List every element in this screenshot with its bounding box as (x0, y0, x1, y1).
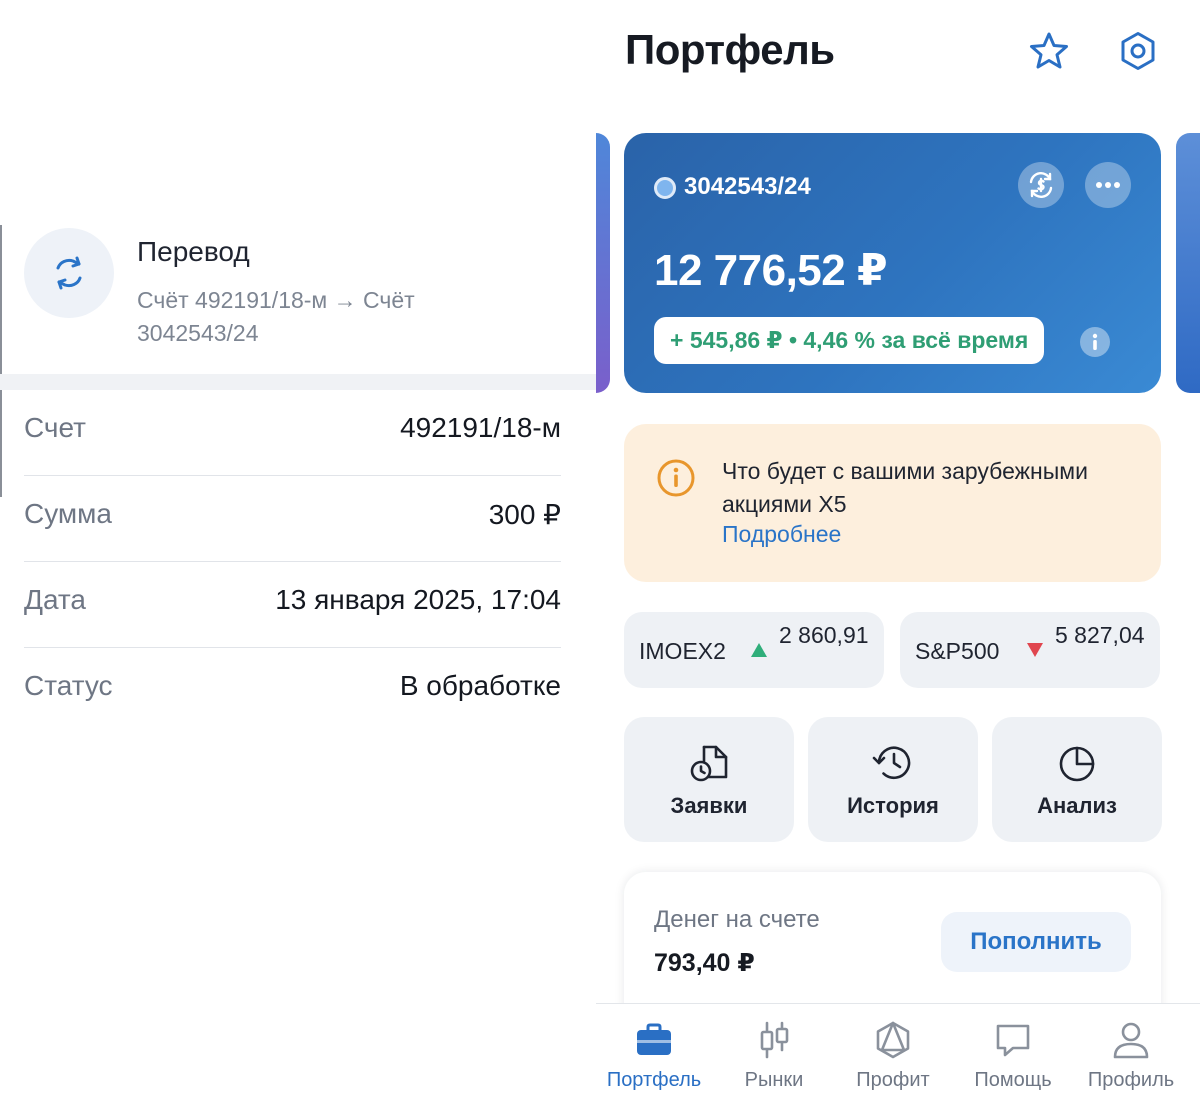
detail-row-account: Счет 492191/18-м (24, 390, 561, 476)
history-tile[interactable]: История (808, 717, 978, 842)
bottom-navigation: Портфель Рынки Профит Помощь Профиль (596, 1003, 1200, 1108)
chat-icon (996, 1024, 1030, 1057)
transfer-icon-badge (24, 228, 114, 318)
page-title: Портфель (625, 26, 835, 73)
info-button[interactable] (1080, 327, 1110, 357)
analysis-tile[interactable]: Анализ (992, 717, 1162, 842)
transfer-details-pane: Перевод Счёт 492191/18-м → Счёт 3042543/… (0, 0, 596, 1108)
nav-label: Портфель (606, 1069, 702, 1091)
currency-exchange-button[interactable] (1018, 162, 1064, 208)
cash-value: 793,40 ₽ (654, 949, 755, 977)
account-card[interactable]: 3042543/24 12 776,52 ₽ + 545,86 ₽ • 4,46… (624, 133, 1161, 393)
orders-tile[interactable]: Заявки (624, 717, 794, 842)
detail-row-status: Статус В обработке (24, 648, 561, 734)
transfer-header: Перевод Счёт 492191/18-м → Счёт 3042543/… (0, 222, 596, 374)
nav-icon-wrap (596, 1018, 714, 1062)
settings-button[interactable] (1115, 28, 1161, 74)
history-clock-icon (872, 746, 911, 780)
detail-label: Счет (24, 412, 86, 443)
top-up-button[interactable]: Пополнить (941, 912, 1131, 972)
person-icon (1113, 1022, 1149, 1059)
nav-label: Помощь (974, 1069, 1052, 1091)
detail-value: 13 января 2025, 17:04 (275, 584, 561, 615)
notice-more-link[interactable]: Подробнее (722, 521, 841, 548)
nav-label: Профиль (1087, 1069, 1175, 1091)
gear-icon (1121, 32, 1155, 70)
tile-label: Заявки (670, 793, 748, 818)
warning-info-icon (657, 459, 695, 497)
index-chip-sp500[interactable]: S&P500 5 827,04 (900, 612, 1160, 688)
index-value: 2 860,91 (779, 622, 869, 648)
account-number: 3042543/24 (684, 173, 811, 200)
star-icon (1030, 32, 1068, 69)
portfolio-pane: Портфель 3042543/24 12 776,52 ₽ + 545,86… (596, 0, 1200, 1108)
detail-value: 300 ₽ (488, 499, 561, 530)
account-indicator-dot (654, 177, 676, 199)
currency-exchange-icon (1029, 172, 1053, 198)
candlestick-icon (760, 1021, 789, 1059)
transfer-arrows-icon (56, 256, 82, 290)
more-options-button[interactable] (1085, 162, 1131, 208)
tile-label: Анализ (1037, 793, 1117, 818)
detail-value: В обработке (399, 670, 561, 701)
detail-label: Статус (24, 670, 113, 701)
detail-label: Дата (24, 584, 87, 615)
triangle-up-icon (751, 643, 767, 657)
triangle-down-icon (1027, 643, 1043, 657)
notice-text: Что будет с вашими зарубежными акциями X… (722, 458, 1088, 517)
info-icon (1092, 333, 1098, 350)
hexagon-icon (876, 1021, 910, 1059)
transfer-title: Перевод (137, 236, 250, 267)
next-account-card-peek[interactable] (1176, 133, 1200, 393)
tile-icon-wrap (992, 743, 1162, 783)
account-balance: 12 776,52 ₽ (654, 246, 888, 295)
transfer-route: Счёт 492191/18-м → Счёт 3042543/24 (137, 287, 415, 346)
notice-banner[interactable]: Что будет с вашими зарубежными акциями X… (624, 424, 1161, 582)
previous-account-card-peek[interactable] (596, 133, 610, 393)
nav-icon-wrap (833, 1018, 953, 1062)
detail-label: Сумма (24, 498, 112, 529)
tile-label: История (847, 793, 939, 818)
index-name: IMOEX2 (639, 638, 726, 664)
tile-icon-wrap (808, 743, 978, 783)
nav-item-portfolio[interactable]: Портфель (596, 1016, 714, 1106)
pie-chart-icon (1059, 746, 1095, 782)
detail-value: 492191/18-м (400, 412, 561, 443)
briefcase-icon (637, 1023, 671, 1055)
more-dots-icon (1096, 182, 1120, 188)
nav-icon-wrap (1071, 1018, 1191, 1062)
detail-row-amount: Сумма 300 ₽ (24, 476, 561, 562)
nav-item-help[interactable]: Помощь (953, 1016, 1073, 1106)
orders-document-clock-icon (690, 745, 728, 782)
index-value: 5 827,04 (1055, 622, 1145, 648)
nav-item-profit[interactable]: Профит (833, 1016, 953, 1106)
nav-item-profile[interactable]: Профиль (1071, 1016, 1191, 1106)
nav-item-markets[interactable]: Рынки (714, 1016, 834, 1106)
nav-label: Рынки (744, 1069, 804, 1091)
cash-label: Денег на счете (654, 906, 820, 933)
section-divider (0, 374, 596, 390)
nav-label: Профит (856, 1069, 930, 1091)
account-gain-badge: + 545,86 ₽ • 4,46 % за всё время (654, 317, 1045, 364)
transfer-detail-list: Счет 492191/18-м Сумма 300 ₽ Дата 13 янв… (24, 390, 561, 734)
favorites-button[interactable] (1026, 28, 1072, 74)
index-chip-imoex2[interactable]: IMOEX2 2 860,91 (624, 612, 884, 688)
tile-icon-wrap (624, 743, 794, 783)
nav-icon-wrap (714, 1018, 834, 1062)
detail-row-date: Дата 13 января 2025, 17:04 (24, 562, 561, 648)
nav-icon-wrap (953, 1018, 1073, 1062)
index-name: S&P500 (915, 638, 1000, 664)
